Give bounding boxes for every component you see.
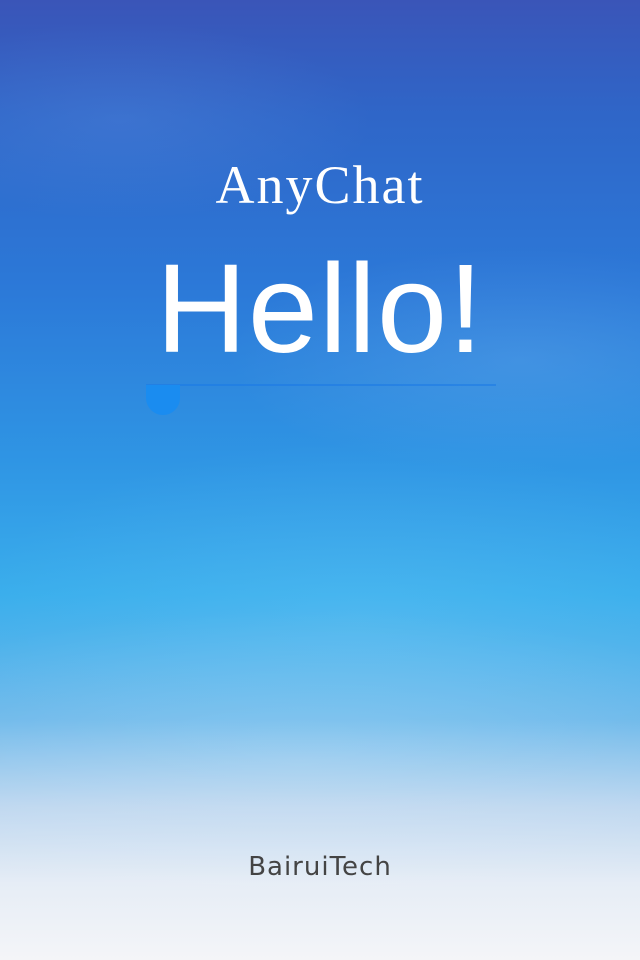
loading-progress-indicator [146,385,180,415]
hello-headline: Hello! [155,238,485,379]
sky-background [0,0,640,960]
app-brand-title: AnyChat [215,155,425,215]
company-footer: BairuiTech [248,852,392,882]
loading-progress-track [146,384,496,386]
